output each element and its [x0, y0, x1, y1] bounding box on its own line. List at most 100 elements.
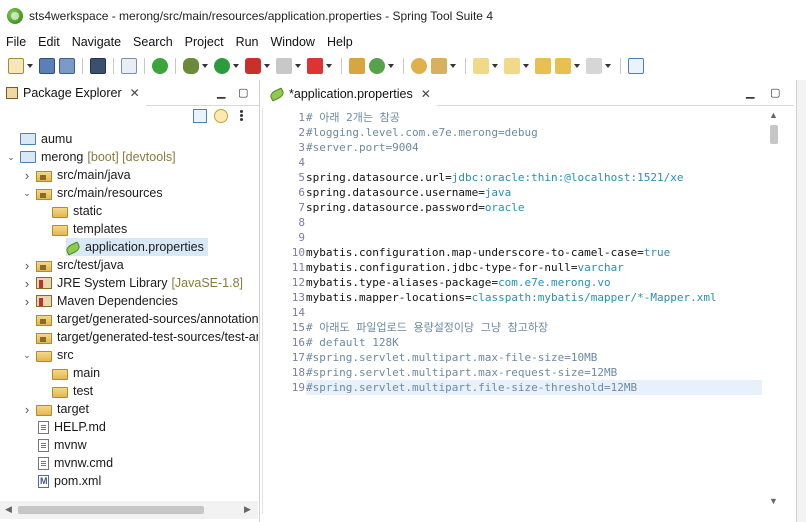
open-type-icon[interactable] — [121, 58, 137, 74]
tree-item[interactable]: › target — [0, 400, 89, 418]
spring-boot-dashboard-icon[interactable] — [152, 58, 168, 74]
refresh-icon[interactable] — [369, 58, 385, 74]
menu-window[interactable]: Window — [265, 35, 321, 49]
collapsed-chevron-icon[interactable]: › — [22, 258, 32, 273]
tree-item[interactable]: main — [0, 364, 100, 382]
menu-search[interactable]: Search — [127, 35, 179, 49]
minimize-icon[interactable]: ▁ — [746, 86, 754, 99]
back-dropdown-icon[interactable] — [574, 64, 580, 68]
save-icon[interactable] — [39, 58, 55, 74]
new-icon[interactable] — [8, 58, 24, 74]
menu-project[interactable]: Project — [179, 35, 230, 49]
scroll-left-icon[interactable]: ◀ — [5, 504, 12, 515]
tree-item[interactable]: pom.xml — [0, 472, 101, 490]
code-line[interactable]: #spring.servlet.multipart.file-size-thre… — [306, 380, 762, 395]
code-line[interactable]: #server.port=9004 — [306, 140, 419, 155]
menu-run[interactable]: Run — [230, 35, 265, 49]
code-line[interactable]: mybatis.mapper-locations=classpath:mybat… — [306, 290, 717, 305]
menu-edit[interactable]: Edit — [32, 35, 66, 49]
tree-item[interactable]: static — [0, 202, 102, 220]
code-line[interactable]: # default 128K — [306, 335, 399, 350]
horizontal-scrollbar[interactable]: ◀ ▶ — [0, 501, 258, 519]
expanded-chevron-icon[interactable]: ⌄ — [6, 152, 16, 163]
code-editor[interactable]: 1 2 3 4 5 6 7 8 9 10 11 12 13 14 15 16 17 18 19 # 아래 2개는 참… — [262, 108, 794, 514]
scroll-down-icon[interactable]: ▼ — [769, 496, 778, 506]
code-line[interactable]: spring.datasource.url=jdbc:oracle:thin:@… — [306, 170, 684, 185]
tree-item[interactable]: application.properties — [64, 238, 208, 256]
tree-item[interactable]: › Maven Dependencies — [0, 292, 178, 310]
back-icon[interactable] — [555, 58, 571, 74]
tree-item[interactable]: › JRE System Library [JavaSE-1.8] — [0, 274, 243, 292]
menu-navigate[interactable]: Navigate — [66, 35, 127, 49]
tab-package-explorer[interactable]: Package Explorer ✕ — [0, 79, 146, 106]
view-menu-icon[interactable] — [240, 109, 244, 123]
collapsed-chevron-icon[interactable]: › — [22, 276, 32, 291]
collapsed-chevron-icon[interactable]: › — [22, 294, 32, 309]
run-icon[interactable] — [214, 58, 230, 74]
refresh-dropdown-icon[interactable] — [388, 64, 394, 68]
debug-icon[interactable] — [183, 58, 199, 74]
relaunch-dropdown-icon[interactable] — [326, 64, 332, 68]
tree-item[interactable]: ⌄ src/main/resources — [0, 184, 162, 202]
code-line[interactable]: # 아래도 파일업로드 용량설정이당 그냥 참고하장 — [306, 320, 548, 335]
debug-dropdown-icon[interactable] — [202, 64, 208, 68]
next-annotation-dropdown-icon[interactable] — [492, 64, 498, 68]
tree-item[interactable]: target/generated-test-sources/test-an — [0, 328, 258, 346]
previous-annotation-icon[interactable] — [504, 58, 520, 74]
external-tool-dropdown-icon[interactable] — [264, 64, 270, 68]
tree-item[interactable]: HELP.md — [0, 418, 106, 436]
save-all-icon[interactable] — [59, 58, 75, 74]
tree-item[interactable]: test — [0, 382, 93, 400]
maximize-icon[interactable]: ▢ — [770, 86, 780, 99]
minimize-icon[interactable]: ▁ — [217, 86, 225, 99]
tree-item[interactable]: › src/test/java — [0, 256, 124, 274]
tree-item[interactable]: ⌄ merong [boot] [devtools] — [0, 148, 175, 166]
code-line[interactable]: #spring.servlet.multipart.max-file-size=… — [306, 350, 597, 365]
run-external-tool-icon[interactable] — [245, 58, 261, 74]
code-line[interactable]: spring.datasource.username=java — [306, 185, 511, 200]
last-edit-location-icon[interactable] — [535, 58, 551, 74]
tree-item[interactable]: templates — [0, 220, 127, 238]
code-line[interactable]: spring.datasource.password=oracle — [306, 200, 525, 215]
new-dropdown-icon[interactable] — [27, 64, 33, 68]
tab-application-properties[interactable]: *application.properties ✕ — [262, 80, 437, 106]
expanded-chevron-icon[interactable]: ⌄ — [22, 350, 32, 361]
tree-item[interactable]: › src/main/java — [0, 166, 131, 184]
pen-icon[interactable] — [431, 58, 447, 74]
vertical-scrollbar[interactable]: ▲ ▼ — [763, 108, 793, 518]
close-icon[interactable]: ✕ — [421, 87, 431, 101]
code-line[interactable]: #logging.level.com.e7e.merong=debug — [306, 125, 538, 140]
code-line[interactable]: # 아래 2개는 참공 — [306, 110, 400, 125]
code-text[interactable]: # 아래 2개는 참공 #logging.level.com.e7e.merong… — [306, 108, 762, 508]
open-task-icon[interactable] — [349, 58, 365, 74]
previous-annotation-dropdown-icon[interactable] — [523, 64, 529, 68]
run-dropdown-icon[interactable] — [233, 64, 239, 68]
pen-dropdown-icon[interactable] — [450, 64, 456, 68]
collapsed-chevron-icon[interactable]: › — [22, 402, 32, 417]
horizontal-scrollbar[interactable] — [304, 516, 764, 522]
open-perspective-icon[interactable] — [628, 58, 644, 74]
collapse-all-icon[interactable] — [193, 109, 207, 123]
menu-help[interactable]: Help — [321, 35, 359, 49]
menu-file[interactable]: File — [0, 35, 32, 49]
code-line[interactable]: #spring.servlet.multipart.max-request-si… — [306, 365, 617, 380]
search-icon[interactable] — [411, 58, 427, 74]
expanded-chevron-icon[interactable]: ⌄ — [22, 188, 32, 199]
link-with-editor-icon[interactable] — [214, 109, 228, 123]
close-icon[interactable]: ✕ — [130, 86, 140, 100]
code-line[interactable]: mybatis.configuration.map-underscore-to-… — [306, 245, 670, 260]
code-line[interactable]: mybatis.configuration.jdbc-type-for-null… — [306, 260, 624, 275]
scroll-up-icon[interactable]: ▲ — [769, 110, 778, 120]
next-annotation-icon[interactable] — [473, 58, 489, 74]
relaunch-icon[interactable] — [307, 58, 323, 74]
maximize-icon[interactable]: ▢ — [238, 86, 248, 99]
scrollbar-thumb[interactable] — [770, 125, 778, 144]
tree-item[interactable]: mvnw — [0, 436, 87, 454]
tree-item[interactable]: mvnw.cmd — [0, 454, 113, 472]
scrollbar-thumb[interactable] — [18, 506, 204, 514]
code-line[interactable]: mybatis.type-aliases-package=com.e7e.mer… — [306, 275, 611, 290]
scroll-right-icon[interactable]: ▶ — [244, 504, 251, 515]
tree-item[interactable]: target/generated-sources/annotations — [0, 310, 258, 328]
tree-item[interactable]: aumu — [0, 130, 72, 148]
tree-item[interactable]: ⌄ src — [0, 346, 73, 364]
